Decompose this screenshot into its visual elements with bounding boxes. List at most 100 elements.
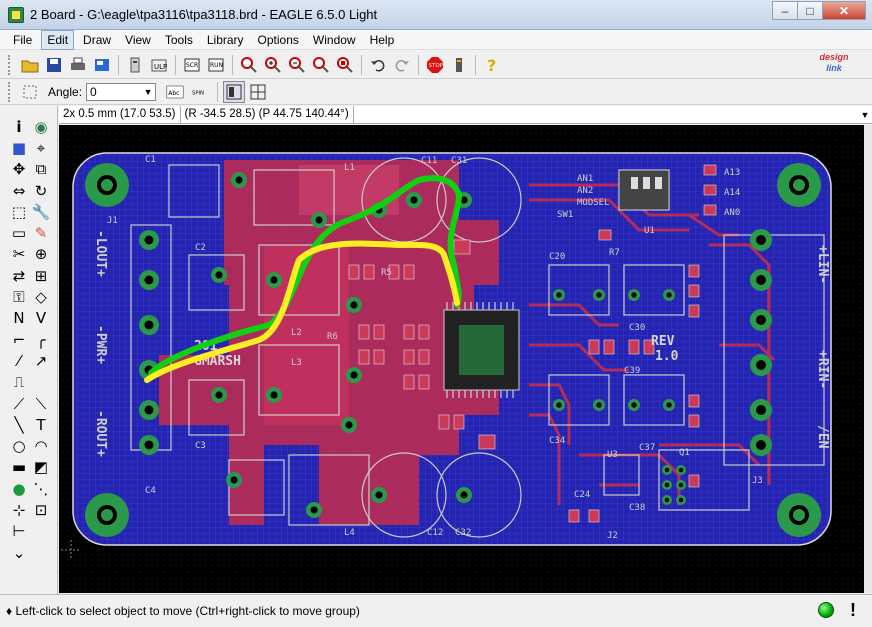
ripup-icon[interactable]: ⎍ [8,372,30,393]
layers-icon[interactable]: ■ [8,137,30,158]
menu-file[interactable]: File [8,31,37,49]
dimension-icon[interactable]: ⊢ [8,521,30,542]
mark-icon[interactable]: ⌖ [30,137,52,158]
angle-select[interactable]: 0 ▼ [86,83,157,101]
svg-text:ULP: ULP [154,63,167,71]
add-icon[interactable]: ⊕ [30,244,52,265]
svg-text:?: ? [487,56,496,74]
split-icon[interactable]: ⌐ [8,329,30,350]
board-switch-icon[interactable] [124,54,146,76]
print-icon[interactable] [67,54,89,76]
run-icon[interactable]: RUN [205,54,227,76]
route-icon[interactable]: ↗ [30,350,52,371]
svg-text:1.0: 1.0 [655,349,679,364]
delete-icon[interactable]: ✎ [30,222,52,243]
optimize-icon[interactable]: ⁄ [8,350,30,371]
help-icon[interactable]: ? [481,54,503,76]
svg-text:AN2: AN2 [577,186,593,196]
redraw-icon[interactable] [310,54,332,76]
copy-icon[interactable]: ⧉ [30,159,52,180]
mirror-button[interactable]: Abc [162,81,188,103]
menu-window[interactable]: Window [308,31,361,49]
svg-text:REV: REV [651,334,675,349]
svg-text:C24: C24 [574,490,590,500]
toolbar-grip[interactable] [8,54,12,75]
via-icon[interactable]: ⟍ [30,393,52,414]
lock-icon[interactable]: ⊞ [30,265,52,286]
paste-icon[interactable]: ▭ [8,222,30,243]
through-hole-pad [266,387,282,403]
group-icon[interactable]: ⬚ [8,201,30,222]
zoom-fit-icon[interactable] [238,54,260,76]
polygon-icon[interactable]: ◩ [30,457,52,478]
through-hole-pad [139,435,159,455]
wire-icon[interactable]: ╲ [8,414,30,435]
through-hole-pad [676,465,686,475]
ulp-icon[interactable]: ULP [148,54,170,76]
replace-icon[interactable]: ⇄ [8,265,30,286]
zoom-select-icon[interactable] [334,54,356,76]
close-button[interactable]: ✕ [822,1,866,20]
options-icon[interactable] [19,81,41,103]
text-icon[interactable]: T [30,414,52,435]
circle-icon[interactable]: ○ [8,435,30,456]
move-icon[interactable]: ✥ [8,159,30,180]
toolbar-grip[interactable] [8,82,12,102]
zoom-in-icon[interactable] [262,54,284,76]
signal-icon[interactable]: ⟋ [8,393,30,414]
board-canvas[interactable]: J1 C1 C2 C3 C4 L1 L2 L3 L4 C11 C31 C12 C… [59,125,864,593]
tool-panel: i ◉ ■ ⌖ ✥ ⧉ ⇔ ↻ ⬚ 🔧 ▭ ✎ ✂ ⊕ ⇄ ⊞ ⚿ ◇ N V ⌐ ╭ ⁄ ↗ ⎍ ⟋ ⟍ ╲ T ○ ◠ ▬ ◩ ● ⋱ ⊹ ⊡ ⊢ … [0,106,58,594]
smash-icon[interactable]: ⚿ [8,286,30,307]
save-icon[interactable] [43,54,65,76]
status-bar: ♦ Left-click to select object to move (C… [0,594,872,627]
parameter-toolbar: Angle: 0 ▼ Abc SPIN [0,80,872,105]
layer-view-both-icon[interactable] [247,81,269,103]
via-pad-icon[interactable]: ● [8,478,30,499]
spin-button[interactable]: SPIN [190,81,212,103]
undo-icon[interactable] [367,54,389,76]
script-icon[interactable]: SCR [181,54,203,76]
menu-options[interactable]: Options [253,31,304,49]
cut-icon[interactable]: ✂ [8,244,30,265]
chevron-down-icon[interactable]: ▼ [858,110,872,120]
stop-icon[interactable]: STOP [424,54,446,76]
svg-text:AN0: AN0 [724,208,740,218]
arc-icon[interactable]: ◠ [30,435,52,456]
attribute-icon[interactable]: ⊹ [8,499,30,520]
go-icon[interactable] [448,54,470,76]
maximize-button[interactable]: □ [797,1,823,20]
info-icon[interactable]: i [8,116,30,137]
svg-text:-LOUT+: -LOUT+ [93,230,108,277]
name-icon[interactable]: N [8,308,30,329]
miter-icon[interactable]: ╭ [30,329,52,350]
through-hole-pad [750,399,772,421]
rotate-icon[interactable]: ↻ [30,180,52,201]
vertical-scrollbar[interactable] [864,125,872,593]
designlink-logo[interactable]: design link [806,52,862,78]
redo-icon[interactable] [391,54,413,76]
name-value-icon[interactable]: V [30,308,52,329]
svg-text:Q1: Q1 [679,448,690,458]
eye-icon[interactable]: ◉ [30,116,52,137]
menu-draw[interactable]: Draw [78,31,116,49]
change-icon[interactable]: 🔧 [30,201,52,222]
menu-library[interactable]: Library [202,31,249,49]
hole-icon[interactable]: ⋱ [30,478,52,499]
command-line-input[interactable] [353,106,858,123]
cam-icon[interactable] [91,54,113,76]
menu-edit[interactable]: Edit [41,29,75,50]
status-alert-icon[interactable]: ! [850,600,856,621]
drc-icon[interactable]: ⊡ [30,499,52,520]
menu-view[interactable]: View [120,31,156,49]
value-icon[interactable]: ◇ [30,286,52,307]
open-icon[interactable] [19,54,41,76]
layer-view-top-icon[interactable] [223,81,246,103]
mirror-icon[interactable]: ⇔ [8,180,30,201]
rect-icon[interactable]: ▬ [8,457,30,478]
svg-text:C31: C31 [451,156,467,166]
chevron-down-icon[interactable]: ⌄ [8,542,30,563]
minimize-button[interactable]: – [772,1,798,20]
zoom-out-icon[interactable] [286,54,308,76]
menu-tools[interactable]: Tools [160,31,198,49]
menu-help[interactable]: Help [365,31,400,49]
